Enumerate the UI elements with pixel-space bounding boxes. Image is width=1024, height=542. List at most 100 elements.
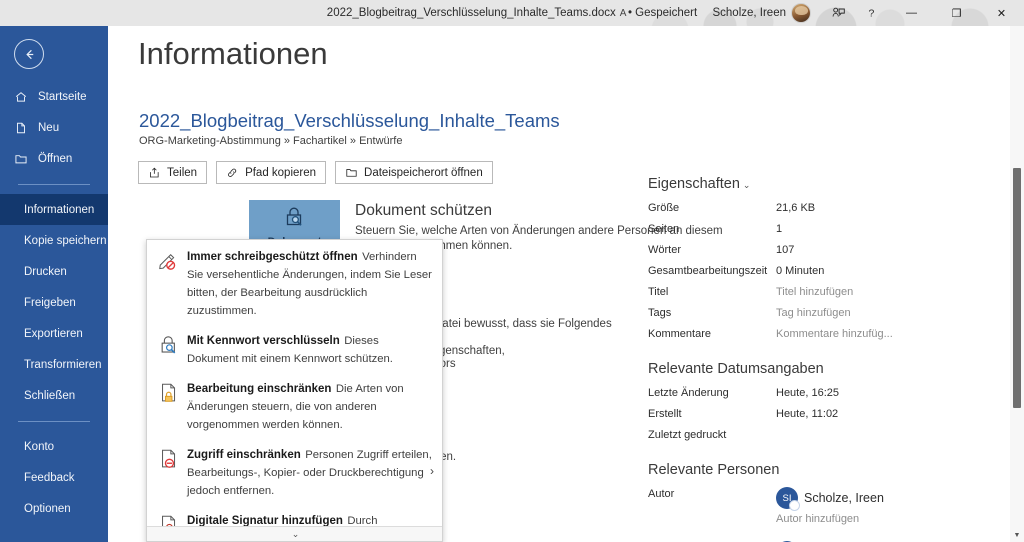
open-file-location-button[interactable]: Dateispeicherort öffnen	[335, 161, 493, 184]
occluded-text-inspect-line: Datei bewusst, dass sie Folgendes	[434, 318, 612, 330]
document-restrict-icon	[157, 445, 187, 499]
rail-divider-top	[18, 184, 90, 185]
comments-icon[interactable]	[821, 0, 855, 26]
author-row: Autor SI Scholze, Ireen	[648, 484, 1016, 511]
sidebar-item-konto[interactable]: Konto	[0, 431, 108, 462]
lock-key-icon	[157, 331, 187, 367]
sidebar-item-neu[interactable]: Neu	[0, 112, 108, 143]
property-value: 21,6 KB	[776, 202, 816, 214]
menu-item-title: Immer schreibgeschützt öffnen	[187, 251, 358, 263]
menu-item-title: Bearbeitung einschränken	[187, 383, 332, 395]
menu-item-zugriff-einschraenken[interactable]: Zugriff einschränken Personen Zugriff er…	[147, 438, 442, 504]
menu-item-text: Zugriff einschränken Personen Zugriff er…	[187, 445, 432, 499]
sidebar-item-startseite[interactable]: Startseite	[0, 81, 108, 112]
sidebar-item-informationen[interactable]: Informationen	[0, 194, 108, 225]
property-key: Wörter	[648, 244, 681, 256]
comments-input-placeholder[interactable]: Kommentare hinzufüg...	[776, 324, 893, 345]
menu-item-mit-kennwort-verschluesseln[interactable]: Mit Kennwort verschlüsseln Dieses Dokume…	[147, 324, 442, 372]
sidebar-item-label: Kopie speichern	[24, 234, 107, 247]
rail-main-group: Informationen Kopie speichern Drucken Fr…	[0, 194, 108, 411]
vertical-scrollbar[interactable]: ▼	[1010, 26, 1024, 542]
file-action-button-row: Teilen Pfad kopieren Dateispeicherort öf…	[138, 161, 493, 184]
sidebar-item-feedback[interactable]: Feedback	[0, 462, 108, 493]
property-row: Größe 21,6 KB	[648, 198, 1016, 219]
date-key: Zuletzt gedruckt	[648, 429, 727, 441]
menu-scroll-down-button[interactable]: ⌄	[147, 526, 442, 541]
properties-heading[interactable]: Eigenschaften ⌄	[648, 176, 1016, 192]
account-name[interactable]: Scholze, Ireen	[712, 7, 786, 19]
last-modified-person[interactable]: SI Scholze, Ireen	[776, 538, 884, 542]
word-backstage-window: 2022_Blogbeitrag_Verschlüsselung_Inhalte…	[0, 0, 1024, 542]
sidebar-item-transformieren[interactable]: Transformieren	[0, 349, 108, 380]
last-modified-by-row: Zuletzt geändert von SI Scholze, Ireen	[648, 538, 1016, 542]
title-input-placeholder[interactable]: Titel hinzufügen	[776, 282, 853, 303]
add-author-row: Autor hinzufügen	[648, 509, 1016, 530]
menu-item-immer-schreibgeschuetzt-oeffnen[interactable]: Immer schreibgeschützt öffnen Verhindern…	[147, 240, 442, 324]
pencil-blocked-icon	[157, 247, 187, 319]
sidebar-item-kopie-speichern[interactable]: Kopie speichern	[0, 225, 108, 256]
people-heading: Relevante Personen	[648, 462, 780, 478]
new-document-icon	[14, 121, 34, 135]
scroll-down-arrow-icon[interactable]: ▼	[1010, 528, 1024, 542]
home-icon	[14, 90, 34, 104]
property-row: Gesamtbearbeitungszeit 0 Minuten	[648, 261, 1016, 282]
button-label: Pfad kopieren	[245, 166, 317, 179]
last-modified-by-label: Zuletzt geändert von	[648, 538, 776, 542]
title-bar-right-controls: Scholze, Ireen ? — ❐ ✕	[712, 0, 1024, 26]
property-key: Größe	[648, 202, 680, 214]
copy-path-button[interactable]: Pfad kopieren	[216, 161, 327, 184]
tags-input-placeholder[interactable]: Tag hinzufügen	[776, 303, 851, 324]
sidebar-item-freigeben[interactable]: Freigeben	[0, 287, 108, 318]
property-key: Gesamtbearbeitungszeit	[648, 265, 768, 277]
share-button[interactable]: Teilen	[138, 161, 208, 184]
property-key: Seiten	[648, 223, 680, 235]
property-row: Seiten 1	[648, 219, 1016, 240]
close-button[interactable]: ✕	[979, 0, 1024, 26]
menu-item-text: Immer schreibgeschützt öffnen Verhindern…	[187, 247, 432, 319]
protect-document-menu: Immer schreibgeschützt öffnen Verhindern…	[146, 239, 443, 542]
help-icon[interactable]: ?	[855, 0, 889, 26]
back-button[interactable]	[14, 39, 44, 69]
sidebar-item-oeffnen[interactable]: Öffnen	[0, 143, 108, 174]
dates-heading: Relevante Datumsangaben	[648, 361, 824, 377]
button-label: Dateispeicherort öffnen	[364, 166, 483, 179]
sidebar-item-label: Neu	[38, 121, 60, 134]
properties-panel: Eigenschaften ⌄ Größe 21,6 KB Seiten 1 Wö…	[648, 176, 1016, 542]
folder-open-icon	[14, 152, 34, 166]
date-row: Zuletzt gedruckt	[648, 425, 1016, 446]
property-row: Tags Tag hinzufügen	[648, 303, 1016, 324]
date-row: Erstellt Heute, 11:02	[648, 404, 1016, 425]
protect-document-heading: Dokument schützen	[355, 202, 492, 219]
rail-top-group: Startseite Neu Öffnen	[0, 81, 108, 174]
share-icon	[148, 166, 161, 179]
property-row: Kommentare Kommentare hinzufüg...	[648, 324, 1016, 345]
sidebar-item-exportieren[interactable]: Exportieren	[0, 318, 108, 349]
menu-item-title: Mit Kennwort verschlüsseln	[187, 335, 340, 347]
property-key: Tags	[648, 307, 672, 319]
avatar[interactable]	[791, 3, 811, 23]
add-author-button[interactable]: Autor hinzufügen	[776, 509, 859, 530]
author-person[interactable]: SI Scholze, Ireen	[776, 484, 884, 511]
date-row: Letzte Änderung Heute, 16:25	[648, 383, 1016, 404]
sidebar-item-label: Schließen	[24, 389, 76, 402]
date-key: Letzte Änderung	[648, 387, 729, 399]
menu-item-text: Mit Kennwort verschlüsseln Dieses Dokume…	[187, 331, 432, 367]
menu-item-text: Bearbeitung einschränken Die Arten von Ä…	[187, 379, 432, 433]
sidebar-item-schliessen[interactable]: Schließen	[0, 380, 108, 411]
title-bar: 2022_Blogbeitrag_Verschlüsselung_Inhalte…	[0, 0, 1024, 26]
backstage-navigation-rail: Startseite Neu Öffnen Informationen Kopi…	[0, 26, 108, 542]
menu-item-bearbeitung-einschraenken[interactable]: Bearbeitung einschränken Die Arten von Ä…	[147, 372, 442, 438]
properties-heading-label: Eigenschaften	[648, 176, 740, 192]
sidebar-item-optionen[interactable]: Optionen	[0, 493, 108, 524]
document-name-link[interactable]: 2022_Blogbeitrag_Verschlüsselung_Inhalte…	[139, 110, 560, 132]
document-filename: 2022_Blogbeitrag_Verschlüsselung_Inhalte…	[326, 7, 616, 19]
scrollbar-thumb[interactable]	[1013, 168, 1021, 408]
minimize-button[interactable]: —	[889, 0, 934, 26]
sidebar-item-label: Exportieren	[24, 327, 83, 340]
sidebar-item-drucken[interactable]: Drucken	[0, 256, 108, 287]
restore-button[interactable]: ❐	[934, 0, 979, 26]
property-row: Wörter 107	[648, 240, 1016, 261]
sidebar-item-label: Konto	[24, 440, 55, 453]
property-key: Kommentare	[648, 328, 711, 340]
